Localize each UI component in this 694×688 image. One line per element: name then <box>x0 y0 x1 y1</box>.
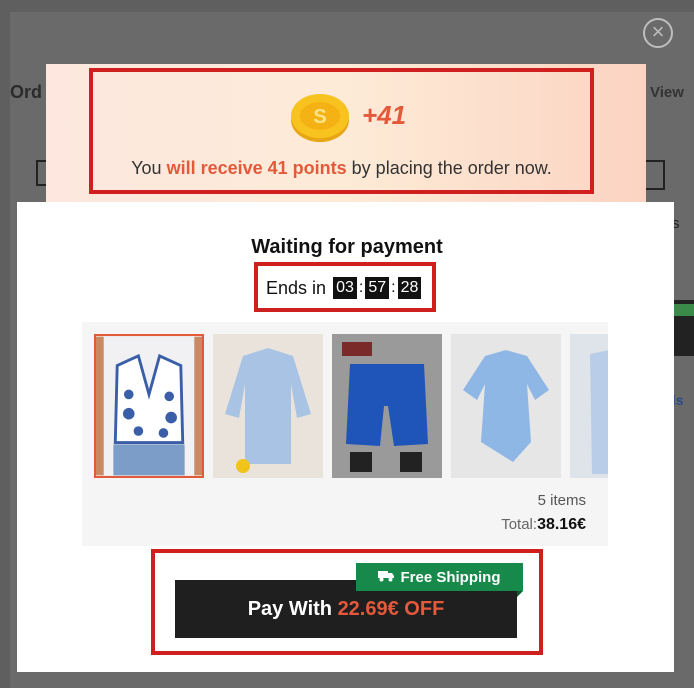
points-message-highlight: will receive 41 points <box>166 158 347 178</box>
countdown-seconds: 28 <box>397 277 422 299</box>
pay-label: Pay With <box>247 598 338 620</box>
free-shipping-badge: Free Shipping <box>356 563 523 597</box>
product-thumbnail[interactable] <box>570 334 608 478</box>
product-thumbnail[interactable] <box>213 334 323 478</box>
modal-title: Waiting for payment <box>251 236 443 258</box>
background-view-link: View <box>650 84 684 101</box>
product-summary: 5 items Total:38.16€ <box>82 322 608 546</box>
background-badge <box>672 304 694 316</box>
points-message: You will receive 41 points by placing th… <box>89 158 594 179</box>
points-message-suffix: by placing the order now. <box>346 158 552 178</box>
countdown: Ends in 03 : 57 : 28 <box>266 277 423 299</box>
close-button[interactable]: × <box>643 18 673 48</box>
pay-discount: 22.69€ OFF <box>337 598 445 620</box>
coin-glyph: S <box>313 106 326 128</box>
points-message-prefix: You <box>131 158 167 178</box>
free-shipping-label: Free Shipping <box>400 568 501 586</box>
product-thumbnail[interactable] <box>94 334 204 478</box>
countdown-hours: 03 <box>333 277 357 299</box>
countdown-separator: : <box>391 279 396 296</box>
total-label: Total: <box>501 516 538 533</box>
countdown-label: Ends in <box>266 277 327 298</box>
product-thumbnail[interactable] <box>451 334 561 478</box>
background-heading: Ord <box>10 82 43 102</box>
points-amount: +41 <box>362 100 407 130</box>
product-thumbnail[interactable] <box>332 334 442 478</box>
coin-icon: S <box>289 90 351 144</box>
total-value: 38.16€ <box>537 516 586 533</box>
truck-icon <box>378 569 395 586</box>
order-total: Total:38.16€ <box>501 516 586 534</box>
countdown-separator: : <box>358 279 364 296</box>
countdown-minutes: 57 <box>365 277 390 299</box>
items-count: 5 items <box>537 492 586 509</box>
background-icon <box>643 160 665 190</box>
close-icon: × <box>651 19 665 44</box>
